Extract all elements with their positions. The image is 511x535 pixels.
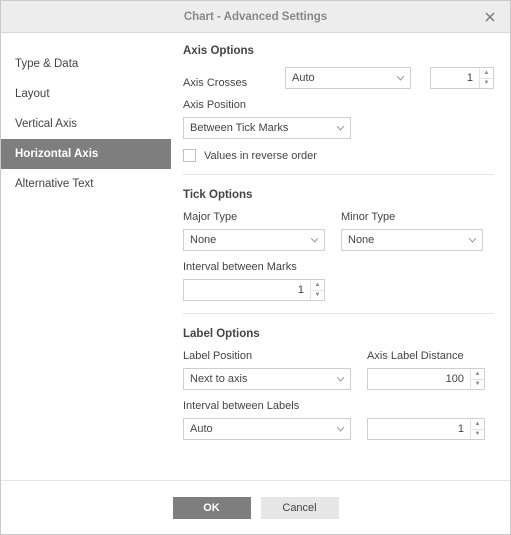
spinner-up-icon[interactable]: ▲ [471, 369, 484, 380]
reverse-order-checkbox[interactable] [183, 149, 196, 162]
spinner-value: 100 [368, 369, 470, 389]
spinner-up-icon[interactable]: ▲ [471, 419, 484, 430]
close-button[interactable] [478, 1, 502, 33]
select-value: None [348, 234, 374, 246]
select-value: Auto [190, 423, 213, 435]
select-value: Auto [292, 72, 315, 84]
label-position-select[interactable]: Next to axis [183, 368, 351, 390]
spinner-value: 1 [184, 280, 310, 300]
minor-type-label: Minor Type [341, 211, 483, 223]
ok-button[interactable]: OK [173, 497, 251, 519]
section-title-tick-options: Tick Options [183, 189, 494, 201]
spinner-up-icon[interactable]: ▲ [311, 280, 324, 291]
axis-label-distance-spinner[interactable]: 100 ▲ ▼ [367, 368, 485, 390]
divider [183, 313, 494, 314]
chevron-down-icon [469, 238, 476, 243]
sidebar-item-type-data[interactable]: Type & Data [1, 49, 171, 79]
chevron-down-icon [311, 238, 318, 243]
chevron-down-icon [337, 377, 344, 382]
minor-type-select[interactable]: None [341, 229, 483, 251]
spinner-down-icon[interactable]: ▼ [311, 291, 324, 301]
divider [183, 174, 494, 175]
cancel-button[interactable]: Cancel [261, 497, 339, 519]
sidebar-item-vertical-axis[interactable]: Vertical Axis [1, 109, 171, 139]
spinner-down-icon[interactable]: ▼ [480, 79, 493, 89]
axis-position-label: Axis Position [183, 99, 351, 111]
axis-position-select[interactable]: Between Tick Marks [183, 117, 351, 139]
interval-marks-spinner[interactable]: 1 ▲ ▼ [183, 279, 325, 301]
sidebar-item-label: Vertical Axis [15, 118, 77, 130]
axis-label-distance-label: Axis Label Distance [367, 350, 485, 362]
major-type-label: Major Type [183, 211, 325, 223]
footer: OK Cancel [1, 480, 510, 534]
sidebar-item-label: Layout [15, 88, 50, 100]
sidebar-item-horizontal-axis[interactable]: Horizontal Axis [1, 139, 171, 169]
axis-crosses-spinner[interactable]: 1 ▲ ▼ [430, 67, 494, 89]
reverse-order-label: Values in reverse order [204, 150, 317, 162]
titlebar: Chart - Advanced Settings [1, 1, 510, 33]
axis-crosses-label: Axis Crosses [183, 77, 269, 89]
major-type-select[interactable]: None [183, 229, 325, 251]
dialog-title: Chart - Advanced Settings [184, 11, 327, 23]
sidebar-item-alternative-text[interactable]: Alternative Text [1, 169, 171, 199]
spinner-up-icon[interactable]: ▲ [480, 68, 493, 79]
interval-labels-spinner[interactable]: 1 ▲ ▼ [367, 418, 485, 440]
sidebar: Type & Data Layout Vertical Axis Horizon… [1, 45, 171, 480]
advanced-settings-dialog: Chart - Advanced Settings Type & Data La… [0, 0, 511, 535]
section-title-label-options: Label Options [183, 328, 494, 340]
dialog-body: Type & Data Layout Vertical Axis Horizon… [1, 33, 510, 480]
button-label: OK [203, 502, 220, 514]
spinner-down-icon[interactable]: ▼ [471, 380, 484, 390]
interval-labels-label: Interval between Labels [183, 400, 351, 412]
sidebar-item-label: Type & Data [15, 58, 78, 70]
interval-marks-label: Interval between Marks [183, 261, 325, 273]
chevron-down-icon [337, 427, 344, 432]
sidebar-item-label: Horizontal Axis [15, 148, 98, 160]
section-title-axis-options: Axis Options [183, 45, 494, 57]
content: Axis Options Axis Crosses Auto 1 ▲ [171, 45, 494, 480]
select-value: None [190, 234, 216, 246]
interval-labels-select[interactable]: Auto [183, 418, 351, 440]
chevron-down-icon [337, 126, 344, 131]
select-value: Next to axis [190, 373, 247, 385]
select-value: Between Tick Marks [190, 122, 288, 134]
spinner-value: 1 [431, 68, 479, 88]
close-icon [485, 12, 495, 22]
spinner-value: 1 [368, 419, 470, 439]
label-position-label: Label Position [183, 350, 351, 362]
sidebar-item-label: Alternative Text [15, 178, 93, 190]
spinner-down-icon[interactable]: ▼ [471, 430, 484, 440]
chevron-down-icon [397, 76, 404, 81]
button-label: Cancel [282, 502, 316, 514]
sidebar-item-layout[interactable]: Layout [1, 79, 171, 109]
axis-crosses-select[interactable]: Auto [285, 67, 411, 89]
